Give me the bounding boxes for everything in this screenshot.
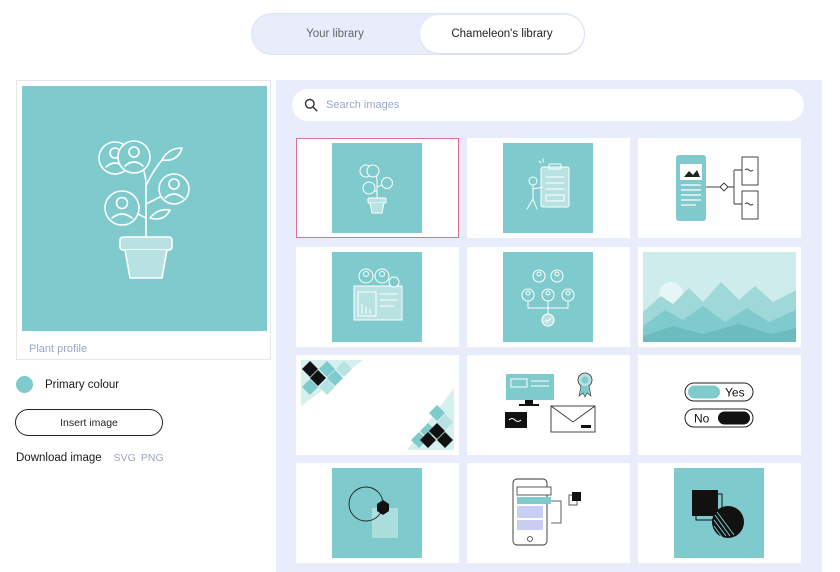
- insert-image-button[interactable]: Insert image: [15, 409, 163, 436]
- search-input[interactable]: [326, 99, 766, 111]
- preview-card: Plant profile: [16, 80, 271, 360]
- tab-chameleons-library[interactable]: Chameleon's library: [420, 15, 584, 53]
- search-bar: [292, 89, 804, 121]
- toggle-yes-label: Yes: [725, 386, 745, 400]
- library-tabs: Your library Chameleon's library: [251, 13, 585, 55]
- library-item-yes-no-toggle[interactable]: Yes No: [638, 355, 801, 455]
- yes-no-toggle-icon: Yes No: [684, 382, 754, 428]
- clipboard-person-icon: [503, 143, 593, 233]
- mobile-layout-icon: [512, 478, 581, 546]
- library-item-mobile-flowchart[interactable]: [638, 138, 801, 238]
- preview-image: [22, 86, 267, 331]
- toggle-no-label: No: [694, 412, 710, 426]
- library-item-team-dashboard[interactable]: [296, 247, 459, 347]
- devices-mail-icon: [505, 372, 596, 433]
- download-label: Download image: [16, 452, 102, 464]
- library-item-mountains[interactable]: [638, 247, 801, 347]
- square-circle-icon: [674, 468, 764, 558]
- download-png-link[interactable]: PNG: [141, 452, 164, 464]
- primary-colour-swatch[interactable]: [16, 376, 33, 393]
- library-item-square-circle[interactable]: [638, 463, 801, 563]
- download-row: Download image SVG PNG: [16, 452, 164, 464]
- library-item-mobile-layout[interactable]: [467, 463, 630, 563]
- library-item-diamond-pattern[interactable]: [296, 355, 459, 455]
- org-chart-icon: [503, 252, 593, 342]
- download-svg-link[interactable]: SVG: [114, 452, 136, 464]
- image-name-label: Plant profile: [29, 343, 88, 355]
- library-item-plant-profile[interactable]: [296, 138, 459, 238]
- tab-your-library[interactable]: Your library: [254, 15, 416, 53]
- plant-profile-icon: [98, 140, 190, 279]
- mobile-flowchart-icon: [676, 155, 759, 221]
- library-item-clipboard[interactable]: [467, 138, 630, 238]
- library-item-org-chart[interactable]: [467, 247, 630, 347]
- library-item-devices-mail[interactable]: [467, 355, 630, 455]
- mountain-landscape-icon: [643, 252, 796, 342]
- team-dashboard-icon: [332, 252, 422, 342]
- geometric-shapes-icon: [332, 468, 422, 558]
- download-formats: SVG PNG: [114, 452, 164, 464]
- primary-colour-label: Primary colour: [45, 378, 120, 391]
- library-item-geometric-shapes[interactable]: [296, 463, 459, 563]
- primary-colour-row: Primary colour: [16, 376, 119, 393]
- library-panel: Yes No: [276, 80, 822, 572]
- search-icon: [304, 98, 318, 112]
- plant-profile-icon: [332, 143, 422, 233]
- diamond-pattern-icon: [301, 360, 454, 450]
